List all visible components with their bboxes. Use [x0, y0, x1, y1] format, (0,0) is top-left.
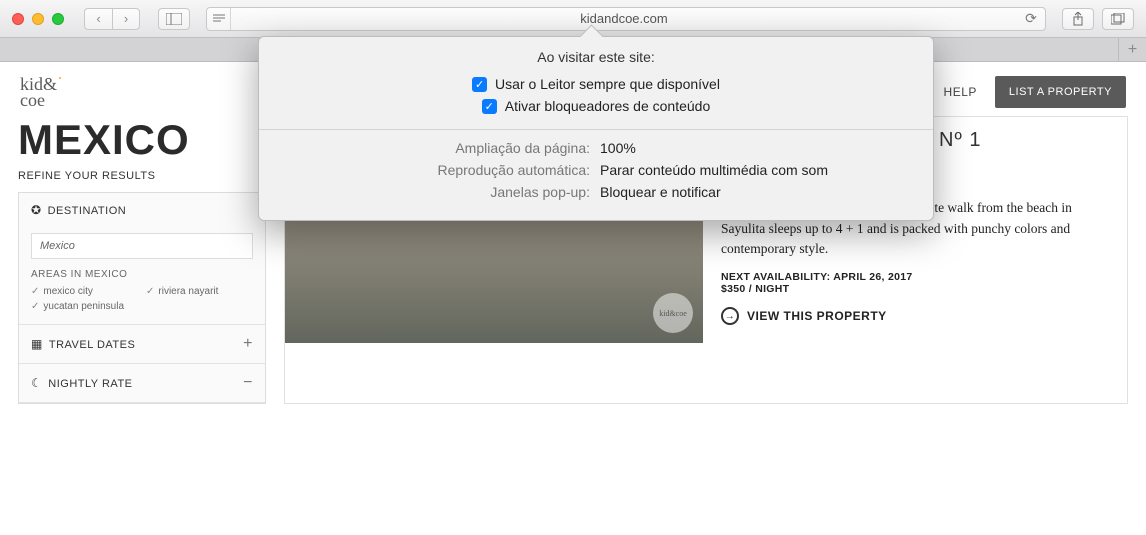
reload-button[interactable]: ⟳	[1017, 10, 1045, 27]
calendar-icon: ▦	[31, 337, 43, 351]
site-logo[interactable]: kid& coe	[20, 76, 57, 108]
view-property-link[interactable]: → VIEW THIS PROPERTY	[721, 307, 1109, 325]
reader-checkbox-row[interactable]: ✓ Usar o Leitor sempre que disponível	[259, 73, 933, 95]
moon-icon: ☾	[31, 376, 42, 390]
left-column: MEXICO REFINE YOUR RESULTS ✪ DESTINATION …	[18, 116, 266, 404]
arrow-icon: →	[721, 307, 739, 325]
tabs-icon	[1111, 13, 1125, 25]
expand-icon: +	[243, 335, 253, 353]
listing-price: $350 / NIGHT	[721, 283, 1109, 295]
popup-value[interactable]: Bloquear e notificar	[600, 184, 933, 200]
share-icon	[1072, 12, 1084, 26]
photo-badge: kid&coe	[653, 293, 693, 333]
toolbar-right	[1062, 8, 1134, 30]
popover-settings-grid: Ampliação da página: 100% Reprodução aut…	[259, 130, 933, 210]
sidebar-toggle-button[interactable]	[158, 8, 190, 30]
globe-icon: ✪	[31, 203, 42, 217]
collapse-icon: −	[243, 374, 253, 392]
reader-icon	[213, 14, 225, 24]
area-label: riviera nayarit	[158, 286, 218, 297]
check-icon: ✓	[31, 301, 39, 312]
autoplay-value[interactable]: Parar conteúdo multimédia com som	[600, 162, 933, 178]
popover-heading: Ao visitar este site:	[259, 37, 933, 69]
check-icon: ✓	[146, 286, 154, 297]
destination-input[interactable]	[31, 233, 253, 259]
filter-travel-dates[interactable]: ▦ TRAVEL DATES +	[19, 325, 265, 364]
close-window-button[interactable]	[12, 13, 24, 25]
list-property-button[interactable]: LIST A PROPERTY	[995, 76, 1126, 108]
window-controls	[12, 13, 64, 25]
destination-header[interactable]: ✪ DESTINATION	[19, 193, 265, 227]
listing-availability: NEXT AVAILABILITY: APRIL 26, 2017	[721, 271, 1109, 283]
filter-panel: ✪ DESTINATION AREAS IN MEXICO ✓ mexico cit…	[18, 192, 266, 404]
browser-toolbar: ‹ › kidandcoe.com ⟳	[0, 0, 1146, 38]
area-label: yucatan peninsula	[43, 301, 124, 312]
fullscreen-window-button[interactable]	[52, 13, 64, 25]
travel-dates-label: TRAVEL DATES	[49, 339, 135, 351]
filter-nightly-rate[interactable]: ☾ NIGHTLY RATE −	[19, 364, 265, 403]
url-text[interactable]: kidandcoe.com	[231, 11, 1017, 26]
reader-settings-button[interactable]	[207, 8, 231, 30]
popup-label: Janelas pop-up:	[259, 184, 592, 200]
popover-checkboxes: ✓ Usar o Leitor sempre que disponível ✓ …	[259, 69, 933, 130]
view-property-label: VIEW THIS PROPERTY	[747, 309, 887, 323]
filter-destination: ✪ DESTINATION AREAS IN MEXICO ✓ mexico cit…	[19, 193, 265, 325]
autoplay-label: Reprodução automática:	[259, 162, 592, 178]
header-right: HELP LIST A PROPERTY	[944, 76, 1126, 108]
areas-grid: ✓ mexico city ✓ riviera nayarit ✓ yucatan p…	[31, 286, 253, 312]
checkbox-checked-icon: ✓	[482, 99, 497, 114]
forward-button[interactable]: ›	[112, 8, 140, 30]
zoom-value[interactable]: 100%	[600, 140, 933, 156]
minimize-window-button[interactable]	[32, 13, 44, 25]
zoom-label: Ampliação da página:	[259, 140, 592, 156]
tabs-button[interactable]	[1102, 8, 1134, 30]
destination-label: DESTINATION	[48, 205, 127, 217]
refine-label: REFINE YOUR RESULTS	[18, 170, 266, 182]
content-blockers-checkbox-row[interactable]: ✓ Ativar bloqueadores de conteúdo	[259, 95, 933, 117]
area-item[interactable]: ✓ riviera nayarit	[146, 286, 253, 297]
share-button[interactable]	[1062, 8, 1094, 30]
sidebar-icon	[166, 13, 182, 25]
nightly-rate-label: NIGHTLY RATE	[48, 378, 132, 390]
page-title: MEXICO	[18, 116, 266, 164]
help-link[interactable]: HELP	[944, 85, 977, 99]
new-tab-button[interactable]: +	[1118, 38, 1146, 62]
reader-checkbox-label: Usar o Leitor sempre que disponível	[495, 76, 720, 92]
back-button[interactable]: ‹	[84, 8, 112, 30]
logo-text-bottom: coe	[20, 90, 45, 110]
checkbox-checked-icon: ✓	[472, 77, 487, 92]
area-label: mexico city	[43, 286, 92, 297]
destination-body: AREAS IN MEXICO ✓ mexico city ✓ riviera na…	[19, 227, 265, 324]
address-bar[interactable]: kidandcoe.com ⟳	[206, 7, 1046, 31]
check-icon: ✓	[31, 286, 39, 297]
area-item[interactable]: ✓ mexico city	[31, 286, 138, 297]
site-settings-popover: Ao visitar este site: ✓ Usar o Leitor se…	[258, 36, 934, 221]
content-blockers-checkbox-label: Ativar bloqueadores de conteúdo	[505, 98, 710, 114]
nav-buttons: ‹ ›	[84, 8, 140, 30]
area-item[interactable]: ✓ yucatan peninsula	[31, 301, 138, 312]
areas-label: AREAS IN MEXICO	[31, 269, 253, 280]
